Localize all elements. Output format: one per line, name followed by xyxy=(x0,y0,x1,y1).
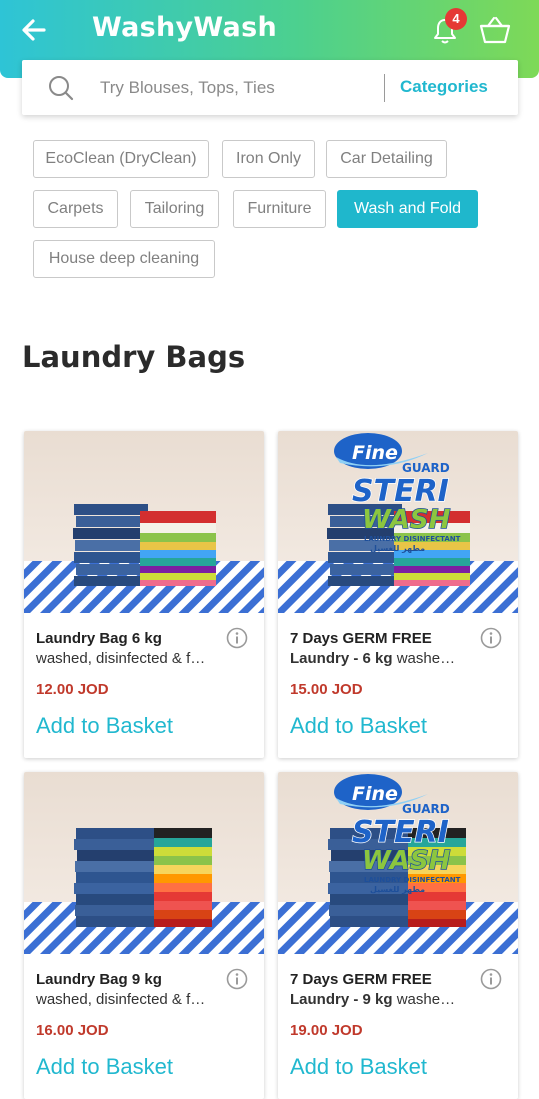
product-card[interactable]: Laundry Bag 6 kg washed, disinfected & f… xyxy=(24,431,264,758)
info-icon[interactable] xyxy=(226,627,248,649)
product-image xyxy=(24,772,264,954)
app-title: WashyWash xyxy=(92,12,277,43)
svg-text:Fine: Fine xyxy=(352,783,398,805)
chip-furniture[interactable]: Furniture xyxy=(233,190,326,228)
chip-iron-only[interactable]: Iron Only xyxy=(222,140,315,178)
add-to-basket-button[interactable]: Add to Basket xyxy=(290,713,427,739)
product-image: Fine GUARD STERI WASH LAUNDRY DISINFECTA… xyxy=(278,772,518,954)
section-title: Laundry Bags xyxy=(22,340,246,374)
product-image xyxy=(24,431,264,613)
svg-text:STERI: STERI xyxy=(352,815,449,850)
categories-button[interactable]: Categories xyxy=(400,77,488,97)
product-description: washed, disinfected & f… xyxy=(36,991,206,1008)
arrow-left-icon[interactable] xyxy=(18,14,50,46)
product-description: Laundry - 9 kg washe… xyxy=(290,991,456,1008)
product-description: washed, disinfected & f… xyxy=(36,650,206,667)
product-card[interactable]: Fine GUARD STERI WASH LAUNDRY DISINFECTA… xyxy=(278,431,518,758)
info-icon[interactable] xyxy=(226,968,248,990)
svg-text:WASH: WASH xyxy=(362,846,451,876)
product-title: Laundry Bag 6 kg xyxy=(36,630,162,647)
info-icon[interactable] xyxy=(480,968,502,990)
chip-wash-and-fold[interactable]: Wash and Fold xyxy=(337,190,478,228)
product-title: Laundry Bag 9 kg xyxy=(36,971,162,988)
product-price: 16.00 JOD xyxy=(36,1022,109,1039)
svg-text:مطهر للغسيل: مطهر للغسيل xyxy=(370,885,425,894)
svg-text:LAUNDRY DISINFECTANT: LAUNDRY DISINFECTANT xyxy=(364,876,461,884)
svg-text:مطهر للغسيل: مطهر للغسيل xyxy=(370,544,425,553)
chip-carpets[interactable]: Carpets xyxy=(33,190,118,228)
svg-text:Fine: Fine xyxy=(352,442,398,464)
add-to-basket-button[interactable]: Add to Basket xyxy=(36,713,173,739)
notification-badge: 4 xyxy=(445,8,467,30)
product-price: 12.00 JOD xyxy=(36,681,109,698)
svg-text:STERI: STERI xyxy=(352,474,449,509)
product-price: 19.00 JOD xyxy=(290,1022,363,1039)
search-bar: Categories xyxy=(22,60,518,115)
chip-house-deep-cleaning[interactable]: House deep cleaning xyxy=(33,240,215,278)
chip-ecoclean[interactable]: EcoClean (DryClean) xyxy=(33,140,209,178)
product-image: Fine GUARD STERI WASH LAUNDRY DISINFECTA… xyxy=(278,431,518,613)
product-price: 15.00 JOD xyxy=(290,681,363,698)
search-input[interactable] xyxy=(98,72,392,104)
info-icon[interactable] xyxy=(480,627,502,649)
search-icon xyxy=(49,76,74,101)
basket-icon[interactable] xyxy=(478,14,512,46)
product-card[interactable]: Fine GUARD STERI WASH LAUNDRY DISINFECTA… xyxy=(278,772,518,1099)
add-to-basket-button[interactable]: Add to Basket xyxy=(36,1054,173,1080)
product-description: Laundry - 6 kg washe… xyxy=(290,650,456,667)
add-to-basket-button[interactable]: Add to Basket xyxy=(290,1054,427,1080)
search-divider xyxy=(384,74,385,102)
svg-text:GUARD: GUARD xyxy=(402,802,450,816)
product-title: 7 Days GERM FREE xyxy=(290,630,432,647)
chip-car-detailing[interactable]: Car Detailing xyxy=(326,140,447,178)
svg-text:LAUNDRY DISINFECTANT: LAUNDRY DISINFECTANT xyxy=(364,535,461,543)
product-card[interactable]: Laundry Bag 9 kg washed, disinfected & f… xyxy=(24,772,264,1099)
product-title: 7 Days GERM FREE xyxy=(290,971,432,988)
chip-tailoring[interactable]: Tailoring xyxy=(130,190,219,228)
svg-text:GUARD: GUARD xyxy=(402,461,450,475)
svg-text:WASH: WASH xyxy=(362,505,451,535)
